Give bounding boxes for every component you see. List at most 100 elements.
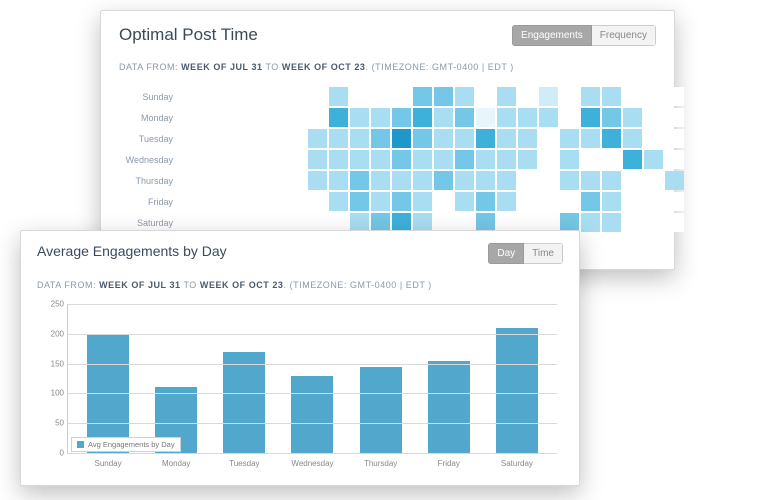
- x-tick-label: Thursday: [364, 459, 397, 468]
- heatmap-cell: [455, 171, 474, 190]
- toggle-engagements[interactable]: Engagements: [512, 25, 592, 46]
- metric-toggle: Engagements Frequency: [512, 25, 656, 46]
- meta-to-word: TO: [183, 280, 196, 290]
- heatmap-cell: [245, 87, 264, 106]
- panel-title: Optimal Post Time: [119, 25, 258, 45]
- y-tick-label: 150: [38, 359, 64, 368]
- bar-column: Sunday: [74, 304, 142, 453]
- heatmap-cell: [203, 171, 222, 190]
- heatmap-cell: [644, 150, 663, 169]
- heatmap-cell: [539, 150, 558, 169]
- heatmap-cell: [539, 171, 558, 190]
- heatmap-cell: [329, 192, 348, 211]
- heatmap-day-label: Monday: [119, 107, 181, 128]
- heatmap-cell: [245, 129, 264, 148]
- bar-column: Monday: [142, 304, 210, 453]
- heatmap-cell: [434, 87, 453, 106]
- heatmap-cell: [308, 150, 327, 169]
- heatmap-cell: [623, 213, 642, 232]
- heatmap-cell: [497, 108, 516, 127]
- gridline: [68, 364, 557, 365]
- heatmap-cell: [413, 192, 432, 211]
- heatmap-cell: [560, 171, 579, 190]
- panel-title: Average Engagements by Day: [37, 243, 227, 259]
- heatmap-cell: [560, 192, 579, 211]
- x-tick-label: Monday: [162, 459, 190, 468]
- heatmap-cell: [644, 129, 663, 148]
- heatmap-cell: [287, 129, 306, 148]
- heatmap-cell: [413, 171, 432, 190]
- heatmap-cell: [455, 108, 474, 127]
- date-range-meta: DATA FROM: WEEK OF JUL 31 TO WEEK OF OCT…: [37, 280, 563, 290]
- heatmap-cell: [434, 192, 453, 211]
- heatmap-row: [181, 170, 685, 191]
- heatmap-cell: [518, 108, 537, 127]
- legend-color-swatch: [77, 441, 84, 448]
- heatmap-cell: [623, 171, 642, 190]
- heatmap-day-label: Thursday: [119, 170, 181, 191]
- x-tick-label: Tuesday: [229, 459, 259, 468]
- heatmap-cell: [434, 108, 453, 127]
- heatmap-row: [181, 86, 685, 107]
- heatmap-row: [181, 149, 685, 170]
- heatmap-cell: [623, 108, 642, 127]
- meta-from: WEEK OF JUL 31: [181, 62, 262, 72]
- heatmap-cell: [224, 108, 243, 127]
- panel-header: Optimal Post Time Engagements Frequency: [119, 25, 656, 46]
- heatmap-cell: [560, 129, 579, 148]
- heatmap-cell: [224, 150, 243, 169]
- y-tick-label: 50: [38, 419, 64, 428]
- gridline: [68, 423, 557, 424]
- heatmap-day-label: Sunday: [119, 86, 181, 107]
- heatmap-chart: SundayMondayTuesdayWednesdayThursdayFrid…: [119, 86, 656, 233]
- heatmap-cell: [560, 108, 579, 127]
- heatmap-cell: [224, 171, 243, 190]
- heatmap-cell: [413, 150, 432, 169]
- heatmap-cell: [539, 129, 558, 148]
- heatmap-cell: [476, 192, 495, 211]
- heatmap-cell: [287, 108, 306, 127]
- heatmap-cell: [287, 150, 306, 169]
- gridline: [68, 334, 557, 335]
- heatmap-cell: [245, 171, 264, 190]
- toggle-day[interactable]: Day: [488, 243, 524, 264]
- heatmap-cell: [308, 192, 327, 211]
- heatmap-cell: [665, 129, 684, 148]
- heatmap-cell: [455, 192, 474, 211]
- heatmap-cell: [581, 129, 600, 148]
- y-tick-label: 200: [38, 329, 64, 338]
- heatmap-cell: [182, 87, 201, 106]
- heatmap-cell: [308, 129, 327, 148]
- heatmap-cell: [539, 108, 558, 127]
- heatmap-cell: [287, 171, 306, 190]
- toggle-time[interactable]: Time: [524, 243, 563, 264]
- bar-column: Tuesday: [210, 304, 278, 453]
- heatmap-cell: [287, 87, 306, 106]
- heatmap-cell: [203, 150, 222, 169]
- heatmap-cell: [266, 108, 285, 127]
- meta-to: WEEK OF OCT 23: [200, 280, 284, 290]
- heatmap-cell: [203, 192, 222, 211]
- heatmap-cell: [602, 129, 621, 148]
- heatmap-cell: [266, 129, 285, 148]
- heatmap-cell: [371, 150, 390, 169]
- heatmap-cell: [581, 108, 600, 127]
- heatmap-cell: [350, 87, 369, 106]
- heatmap-cell: [245, 108, 264, 127]
- heatmap-cell: [665, 213, 684, 232]
- metric-toggle: Day Time: [488, 243, 563, 264]
- heatmap-cell: [329, 171, 348, 190]
- heatmap-cell: [308, 87, 327, 106]
- heatmap-cell: [329, 129, 348, 148]
- heatmap-day-label: Friday: [119, 191, 181, 212]
- heatmap-cell: [476, 129, 495, 148]
- gridline: [68, 453, 557, 454]
- x-tick-label: Friday: [438, 459, 460, 468]
- heatmap-cell: [476, 171, 495, 190]
- heatmap-cell: [665, 108, 684, 127]
- heatmap-cell: [455, 129, 474, 148]
- heatmap-cell: [581, 213, 600, 232]
- toggle-frequency[interactable]: Frequency: [592, 25, 656, 46]
- heatmap-cell: [434, 150, 453, 169]
- heatmap-cell: [497, 150, 516, 169]
